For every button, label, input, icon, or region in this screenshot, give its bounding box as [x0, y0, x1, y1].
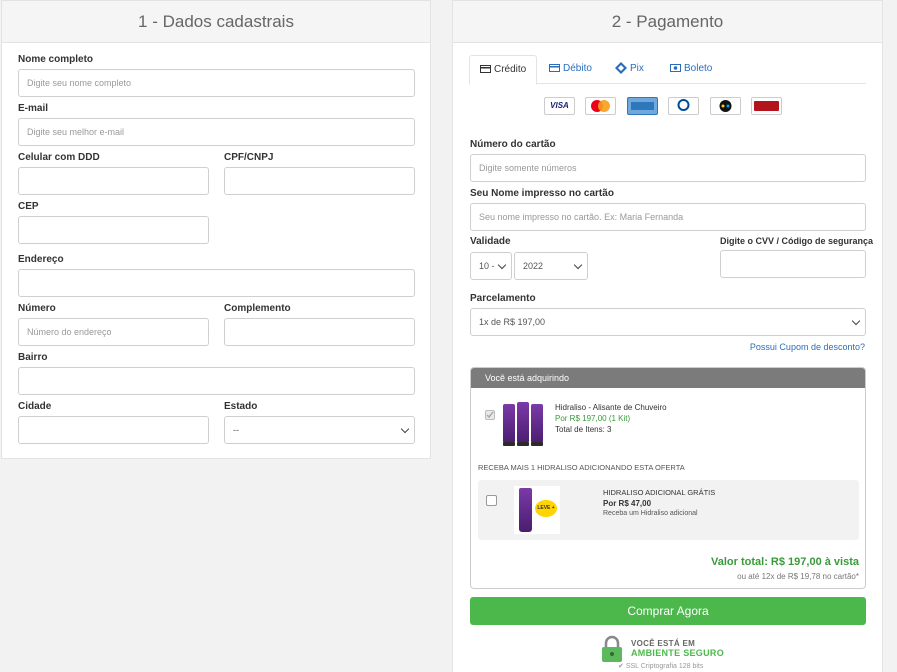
tab-debito[interactable]: Débito [539, 55, 602, 84]
cvv-label: Digite o CVV / Código de segurança [720, 236, 874, 246]
tab-credito[interactable]: Crédito [469, 55, 538, 85]
lock-icon [602, 635, 622, 662]
cpf-input[interactable] [224, 167, 415, 195]
bairro-input[interactable] [18, 367, 415, 395]
numero-label: Número [18, 303, 56, 314]
validade-label: Validade [470, 236, 511, 247]
offer-image: LEVE + [514, 486, 560, 534]
secure-line2: AMBIENTE SEGURO [631, 648, 725, 658]
check-icon: ✔ [618, 663, 626, 670]
registration-panel: 1 - Dados cadastrais Nome completo E-mai… [1, 0, 431, 459]
tab-credito-label: Crédito [494, 64, 527, 75]
total-value: Valor total: R$ 197,00 à vista [711, 556, 859, 568]
hipercard-icon [751, 97, 782, 115]
offer-title: RECEBA MAIS 1 HIDRALISO ADICIONANDO ESTA… [478, 463, 685, 472]
parcelamento-value: 1x de R$ 197,00 [479, 317, 546, 327]
order-summary: Você está adquirindo Hidraliso - Alisant… [470, 367, 866, 589]
chevron-down-icon [573, 260, 583, 270]
chevron-down-icon [400, 424, 410, 434]
card-number-input[interactable] [470, 154, 866, 182]
tab-pix-label: Pix [630, 63, 644, 74]
credit-card-icon [480, 65, 491, 74]
mastercard-icon [585, 97, 616, 115]
payment-panel: 2 - Pagamento Crédito Débito Pix Boleto … [452, 0, 883, 672]
offer-name: HIDRALISO ADICIONAL GRÁTIS [603, 488, 716, 497]
tab-debito-label: Débito [563, 63, 592, 74]
payment-title: 2 - Pagamento [453, 1, 882, 43]
secure-line3: ✔ SSL Criptografia 128 bits [618, 662, 703, 670]
year-select[interactable]: 2022 [514, 252, 588, 280]
diners-icon [668, 97, 699, 115]
summary-header: Você está adquirindo [471, 368, 865, 388]
endereco-label: Endereço [18, 254, 64, 265]
product-price: Por R$ 197,00 (1 Kit) [555, 414, 631, 423]
month-value: 10 - [479, 261, 495, 271]
estado-label: Estado [224, 401, 258, 412]
offer-desc: Receba um Hidraliso adicional [603, 510, 698, 517]
offer-price: Por R$ 47,00 [603, 499, 652, 508]
nome-input[interactable] [18, 69, 415, 97]
secure-line3-text: SSL Criptografia 128 bits [625, 663, 704, 670]
estado-value: -- [233, 425, 239, 435]
secure-badge: VOCÊ ESTÁ EM AMBIENTE SEGURO ✔ SSL Cript… [601, 635, 737, 672]
email-label: E-mail [18, 103, 49, 114]
registration-title: 1 - Dados cadastrais [2, 1, 430, 43]
tab-boleto[interactable]: Boleto [660, 55, 722, 84]
complemento-input[interactable] [224, 318, 415, 346]
buy-button[interactable]: Comprar Agora [470, 597, 866, 625]
cpf-label: CPF/CNPJ [224, 152, 274, 163]
celular-label: Celular com DDD [18, 152, 100, 163]
tab-boleto-label: Boleto [684, 63, 713, 74]
secure-line1: VOCÊ ESTÁ EM [631, 639, 696, 648]
parcelamento-label: Parcelamento [470, 293, 536, 304]
email-input[interactable] [18, 118, 415, 146]
boleto-icon [670, 64, 681, 73]
debit-card-icon [549, 64, 560, 73]
nome-label: Nome completo [18, 54, 94, 65]
offer-box: LEVE + HIDRALISO ADICIONAL GRÁTIS Por R$… [478, 480, 859, 540]
endereco-input[interactable] [18, 269, 415, 297]
payment-tabs: Crédito Débito Pix Boleto [469, 55, 866, 85]
month-select[interactable]: 10 - [470, 252, 512, 280]
numero-input[interactable] [18, 318, 209, 346]
chevron-down-icon [497, 260, 507, 270]
cidade-input[interactable] [18, 416, 209, 444]
offer-badge: LEVE + [535, 500, 557, 517]
card-name-input[interactable] [470, 203, 866, 231]
cidade-label: Cidade [18, 401, 52, 412]
cep-input[interactable] [18, 216, 209, 244]
celular-input[interactable] [18, 167, 209, 195]
product-checkbox[interactable] [485, 410, 495, 420]
amex-icon [627, 97, 658, 115]
parcelamento-select[interactable]: 1x de R$ 197,00 [470, 308, 866, 336]
elo-icon [710, 97, 741, 115]
card-number-label: Número do cartão [470, 139, 556, 150]
visa-icon: VISA [544, 97, 575, 115]
coupon-link[interactable]: Possui Cupom de desconto? [750, 342, 865, 352]
cvv-input[interactable] [720, 250, 866, 278]
tab-pix[interactable]: Pix [605, 55, 654, 84]
product-image [501, 398, 551, 448]
pix-icon [615, 62, 627, 75]
product-items: Total de Itens: 3 [555, 425, 612, 434]
bairro-label: Bairro [18, 352, 48, 363]
offer-checkbox[interactable] [486, 495, 497, 506]
card-name-label: Seu Nome impresso no cartão [470, 188, 614, 199]
installments-text: ou até 12x de R$ 19,78 no cartão* [737, 572, 859, 581]
cep-label: CEP [18, 201, 39, 212]
complemento-label: Complemento [224, 303, 291, 314]
estado-select[interactable]: -- [224, 416, 415, 444]
year-value: 2022 [523, 261, 544, 271]
chevron-down-icon [851, 316, 861, 326]
product-name: Hidraliso - Alisante de Chuveiro [555, 403, 667, 412]
